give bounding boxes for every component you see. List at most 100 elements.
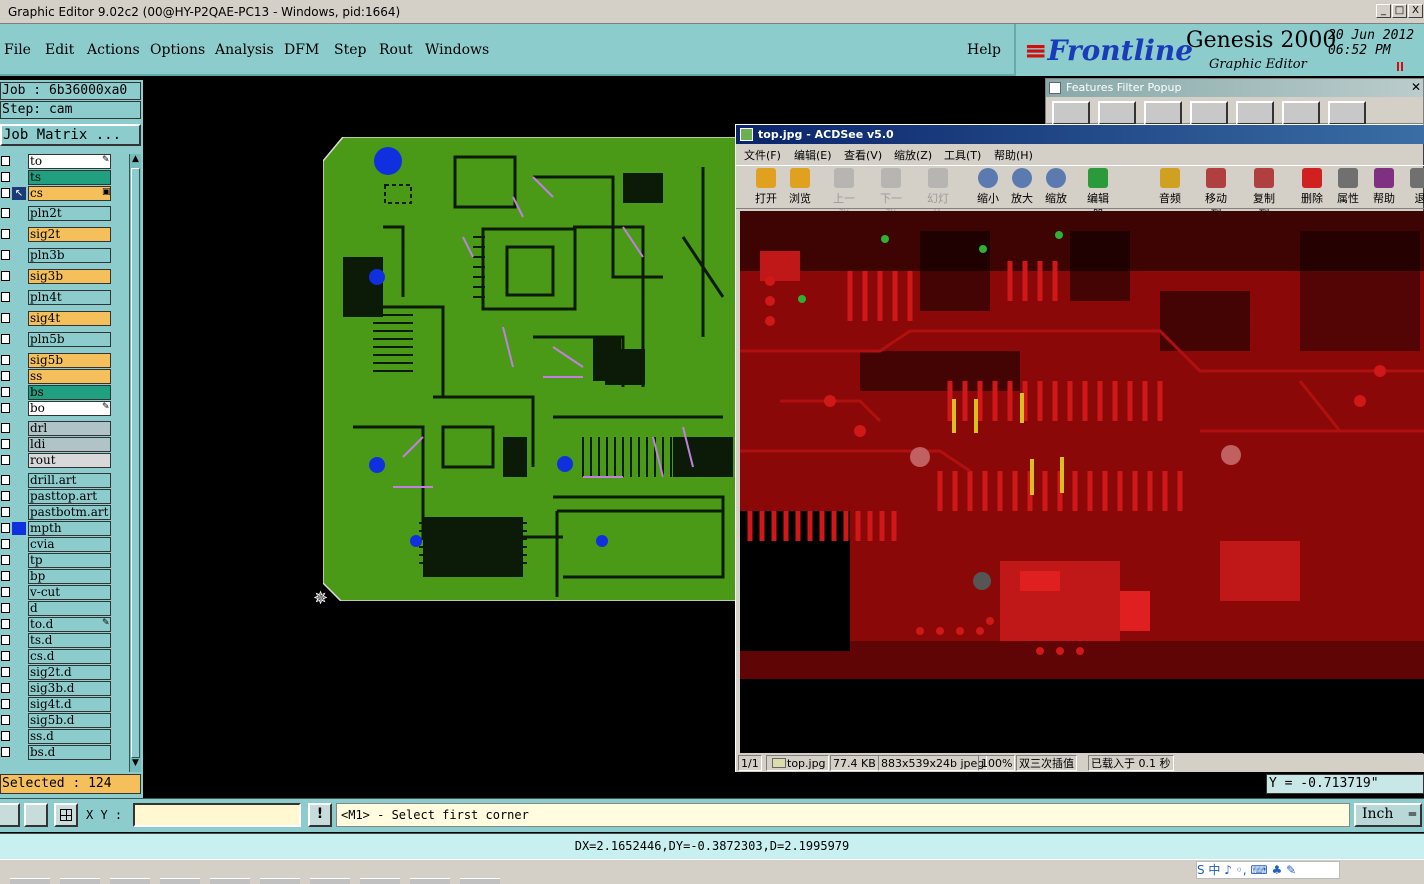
job-matrix-button[interactable]: Job Matrix ...	[0, 124, 141, 146]
snap-tool-button[interactable]	[24, 803, 48, 827]
layer-name[interactable]: drill.art	[28, 473, 111, 488]
filter-text-button[interactable]	[1236, 101, 1274, 125]
layer-row[interactable]: ss.d	[0, 729, 128, 744]
layer-checkbox[interactable]	[1, 271, 10, 281]
layer-row[interactable]: sig3b.d	[0, 681, 128, 696]
features-filter-title[interactable]: Features Filter Popup	[1046, 79, 1423, 97]
layer-name[interactable]: cs.d	[28, 649, 111, 664]
layer-name[interactable]: drl	[28, 421, 111, 436]
layer-name[interactable]: pastbotm.art	[28, 505, 111, 520]
layer-checkbox[interactable]	[1, 403, 10, 413]
xy-input[interactable]	[133, 803, 301, 827]
menu-analysis[interactable]: Analysis	[215, 42, 274, 58]
acd-menu-view[interactable]: 查看(V)	[844, 147, 882, 163]
layer-row[interactable]: sig2t.d	[0, 665, 128, 680]
taskbar-item[interactable]	[210, 878, 250, 884]
layer-name[interactable]: bs.d	[28, 745, 111, 760]
menu-options[interactable]: Options	[150, 42, 205, 58]
layer-checkbox[interactable]	[1, 387, 10, 397]
layer-checkbox[interactable]	[1, 731, 10, 741]
layer-checkbox[interactable]	[1, 683, 10, 693]
layer-name[interactable]: tp	[28, 553, 111, 568]
layer-name[interactable]: sig2t.d	[28, 665, 111, 680]
layer-name[interactable]: pln3b	[28, 248, 111, 263]
layer-checkbox[interactable]	[1, 587, 10, 597]
layer-checkbox[interactable]	[1, 715, 10, 725]
acd-tool-browse-button[interactable]: 浏览	[784, 168, 816, 206]
layer-name[interactable]: sig5b	[28, 353, 111, 368]
layer-checkbox[interactable]	[1, 334, 10, 344]
acd-menu-file[interactable]: 文件(F)	[744, 147, 781, 163]
filter-pad-button[interactable]	[1098, 101, 1136, 125]
acd-tool-properties-button[interactable]: 属性	[1332, 168, 1364, 206]
layer-row[interactable]: sig3b	[0, 269, 128, 284]
taskbar-item[interactable]	[160, 878, 200, 884]
layer-name[interactable]: pasttop.art	[28, 489, 111, 504]
layer-row[interactable]: cs.d	[0, 649, 128, 664]
acd-tool-zoom-out-button[interactable]: 缩小	[972, 168, 1004, 206]
layer-checkbox[interactable]	[1, 423, 10, 433]
layer-row[interactable]: ldi	[0, 437, 128, 452]
layer-name[interactable]: to	[28, 154, 111, 169]
menu-edit[interactable]: Edit	[45, 42, 74, 58]
layer-checkbox[interactable]	[1, 603, 10, 613]
scroll-down-icon[interactable]: ▼	[130, 758, 141, 770]
layer-row[interactable]: pln4t	[0, 290, 128, 305]
layer-name[interactable]: bs	[28, 385, 111, 400]
acd-menu-help[interactable]: 帮助(H)	[994, 147, 1033, 163]
layer-name[interactable]: sig2t	[28, 227, 111, 242]
taskbar-item[interactable]	[260, 878, 300, 884]
acd-menu-tools[interactable]: 工具(T)	[944, 147, 981, 163]
layer-checkbox[interactable]	[1, 747, 10, 757]
menu-windows[interactable]: Windows	[425, 42, 489, 58]
taskbar-item[interactable]	[110, 878, 150, 884]
layer-checkbox[interactable]	[1, 699, 10, 709]
layer-checkbox[interactable]	[1, 539, 10, 549]
popup-close-icon[interactable]: ✕	[1409, 80, 1423, 94]
layer-checkbox[interactable]	[1, 571, 10, 581]
layer-name[interactable]: pln5b	[28, 332, 111, 347]
layer-name[interactable]: mpth	[28, 521, 111, 536]
layer-checkbox[interactable]	[1, 188, 10, 198]
layer-checkbox[interactable]	[1, 292, 10, 302]
layer-row[interactable]: rout	[0, 453, 128, 468]
filter-line-button[interactable]	[1052, 101, 1090, 125]
layer-name[interactable]: sig4t	[28, 311, 111, 326]
layer-row[interactable]: sig5b.d	[0, 713, 128, 728]
layer-row[interactable]: sig4t.d	[0, 697, 128, 712]
layer-name[interactable]: ss.d	[28, 729, 111, 744]
layer-checkbox[interactable]	[1, 619, 10, 629]
features-filter-popup[interactable]: Features Filter Popup ✕	[1045, 78, 1424, 125]
layer-row[interactable]: cvia	[0, 537, 128, 552]
layer-name[interactable]: sig4t.d	[28, 697, 111, 712]
layer-name[interactable]: sig3b	[28, 269, 111, 284]
layer-checkbox[interactable]	[1, 250, 10, 260]
acd-tool-zoom-in-button[interactable]: 放大	[1006, 168, 1038, 206]
layer-name[interactable]: pln2t	[28, 206, 111, 221]
acd-tool-exit-button[interactable]: 退	[1404, 168, 1424, 206]
layer-name[interactable]: cvia	[28, 537, 111, 552]
window-titlebar[interactable]: Graphic Editor 9.02c2 (00@HY-P2QAE-PC13 …	[0, 0, 1424, 24]
menu-help[interactable]: Help	[967, 42, 1001, 58]
layer-row[interactable]: pln5b	[0, 332, 128, 347]
layer-name[interactable]: to.d	[28, 617, 111, 632]
layer-name[interactable]: sig5b.d	[28, 713, 111, 728]
maximize-button[interactable]: □	[1392, 4, 1407, 18]
filter-arc-button[interactable]	[1190, 101, 1228, 125]
acd-tool-delete-button[interactable]: 删除	[1296, 168, 1328, 206]
layer-checkbox[interactable]	[1, 667, 10, 677]
layer-row[interactable]: ts	[0, 170, 128, 185]
layer-row[interactable]: tp	[0, 553, 128, 568]
taskbar-item[interactable]	[10, 878, 50, 884]
scroll-up-icon[interactable]: ▲	[130, 154, 141, 166]
layer-row[interactable]: sig5b	[0, 353, 128, 368]
acd-menu-edit[interactable]: 编辑(E)	[794, 147, 832, 163]
menu-file[interactable]: File	[4, 42, 31, 58]
layer-row[interactable]: sig2t	[0, 227, 128, 242]
layer-name[interactable]: ts	[28, 170, 111, 185]
scroll-thumb[interactable]	[131, 168, 140, 758]
layer-row[interactable]: sig4t	[0, 311, 128, 326]
layer-checkbox[interactable]	[1, 313, 10, 323]
acdsee-title[interactable]: top.jpg - ACDSee v5.0	[736, 125, 1424, 144]
layer-name[interactable]: v-cut	[28, 585, 111, 600]
